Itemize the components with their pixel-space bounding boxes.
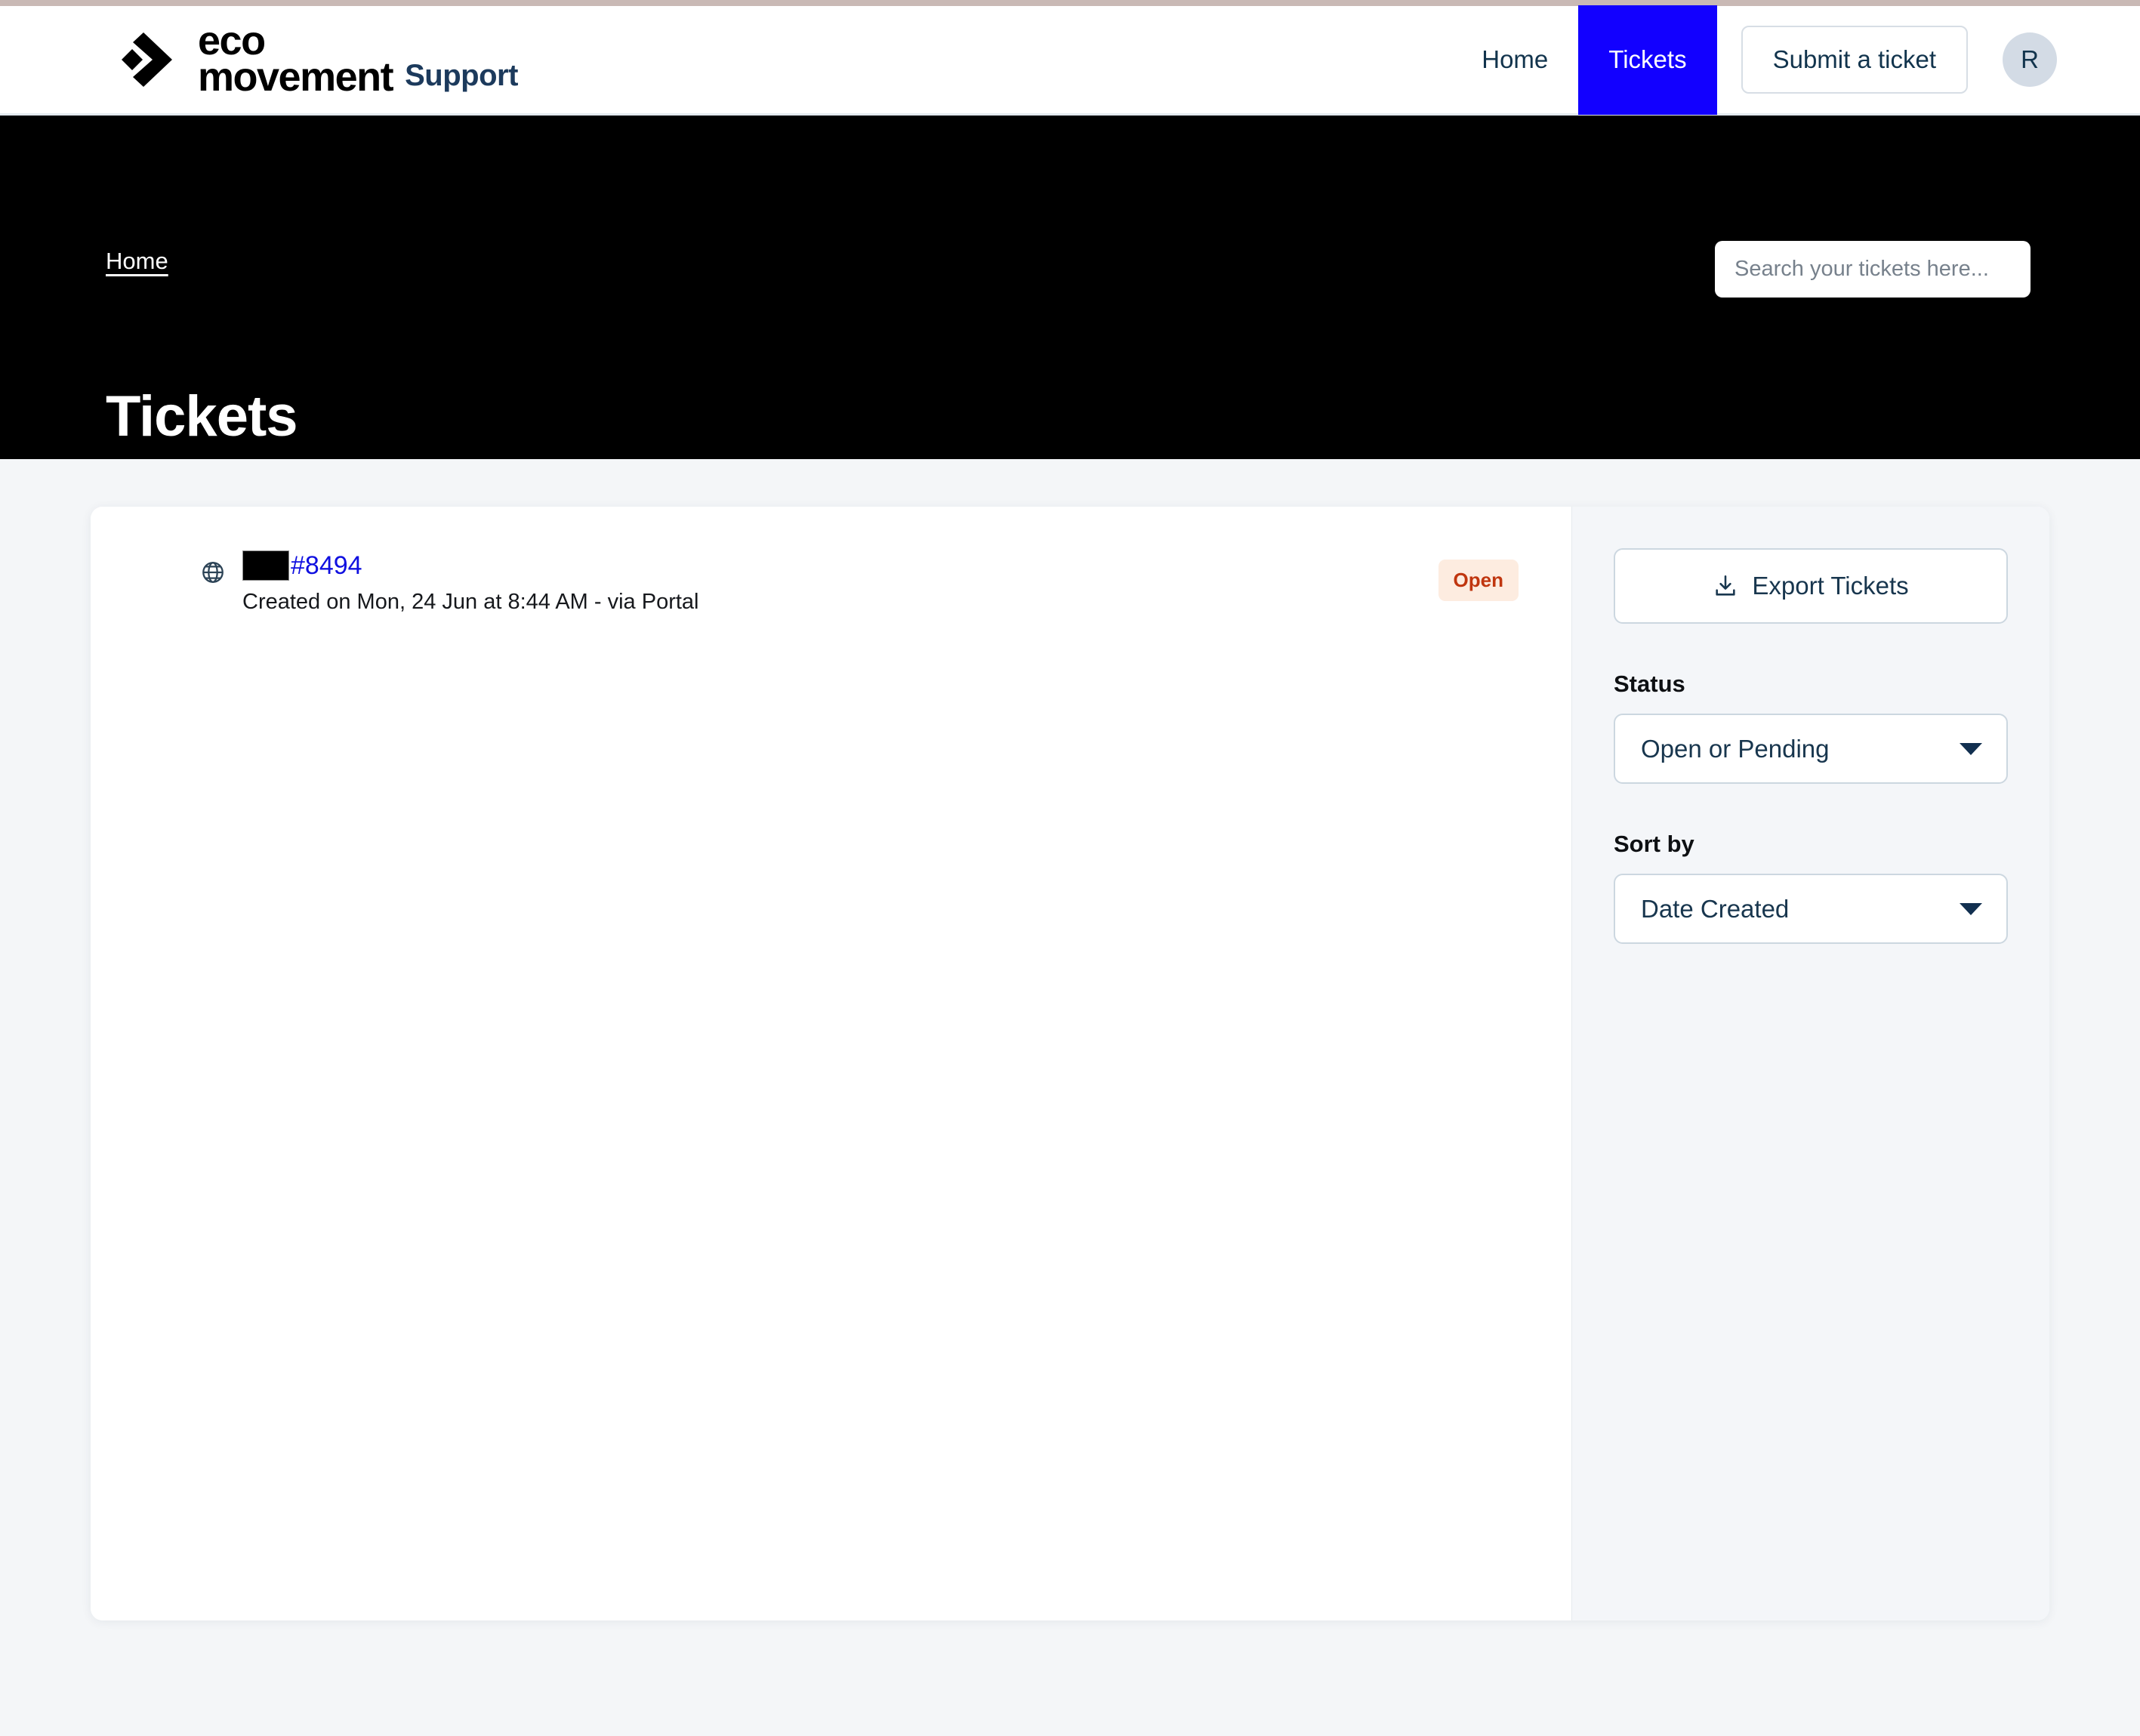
sort-by-label: Sort by	[1614, 831, 1694, 857]
brand-logo[interactable]: eco movement Support	[106, 21, 518, 100]
content-area: #8494 Created on Mon, 24 Jun at 8:44 AM …	[0, 507, 2140, 1620]
table-row[interactable]: #8494 Created on Mon, 24 Jun at 8:44 AM …	[91, 550, 1571, 615]
search-input[interactable]	[1715, 241, 2031, 298]
ticket-created-meta: Created on Mon, 24 Jun at 8:44 AM - via …	[242, 589, 699, 614]
status-filter-label: Status	[1614, 671, 1685, 697]
status-filter-wrap: Open or Pending	[1614, 714, 2008, 784]
ticket-search	[1715, 241, 2031, 298]
ticket-subject-redacted	[242, 550, 289, 581]
globe-icon	[202, 562, 224, 583]
export-tickets-label: Export Tickets	[1752, 572, 1909, 600]
ticket-id-link[interactable]: #8494	[291, 550, 362, 581]
page-hero: Home Tickets	[0, 116, 2140, 459]
status-filter-select[interactable]: Open or Pending	[1614, 714, 2008, 784]
site-header: eco movement Support Home Tickets Submit…	[0, 5, 2140, 116]
ticket-list: #8494 Created on Mon, 24 Jun at 8:44 AM …	[91, 507, 1571, 1620]
breadcrumb-home[interactable]: Home	[106, 248, 168, 275]
download-icon	[1716, 575, 1735, 596]
eco-movement-chevron-logo-icon	[122, 32, 172, 87]
sort-by-select[interactable]: Date Created	[1614, 874, 2008, 944]
ticket-body: #8494 Created on Mon, 24 Jun at 8:44 AM …	[242, 550, 1438, 615]
user-avatar[interactable]: R	[2003, 32, 2057, 87]
ticket-title-line: #8494	[242, 550, 1438, 581]
brand-line-2: movement	[198, 54, 394, 100]
page-title: Tickets	[106, 384, 298, 449]
brand-wordmark: eco movement	[198, 21, 394, 100]
tickets-card: #8494 Created on Mon, 24 Jun at 8:44 AM …	[91, 507, 2049, 1620]
filters-sidebar: Export Tickets Status Open or Pending So…	[1571, 507, 2049, 1620]
submit-ticket-wrap: Submit a ticket R	[1717, 5, 2057, 115]
nav-item-tickets[interactable]: Tickets	[1578, 5, 1717, 115]
status-badge: Open	[1438, 560, 1519, 601]
sort-by-wrap: Date Created	[1614, 874, 2008, 944]
primary-nav: Home Tickets Submit a ticket R	[1451, 5, 2057, 115]
submit-a-ticket-button[interactable]: Submit a ticket	[1741, 26, 1968, 94]
brand-suffix: Support	[405, 58, 518, 92]
nav-item-home[interactable]: Home	[1451, 5, 1578, 115]
export-tickets-button[interactable]: Export Tickets	[1614, 548, 2008, 624]
